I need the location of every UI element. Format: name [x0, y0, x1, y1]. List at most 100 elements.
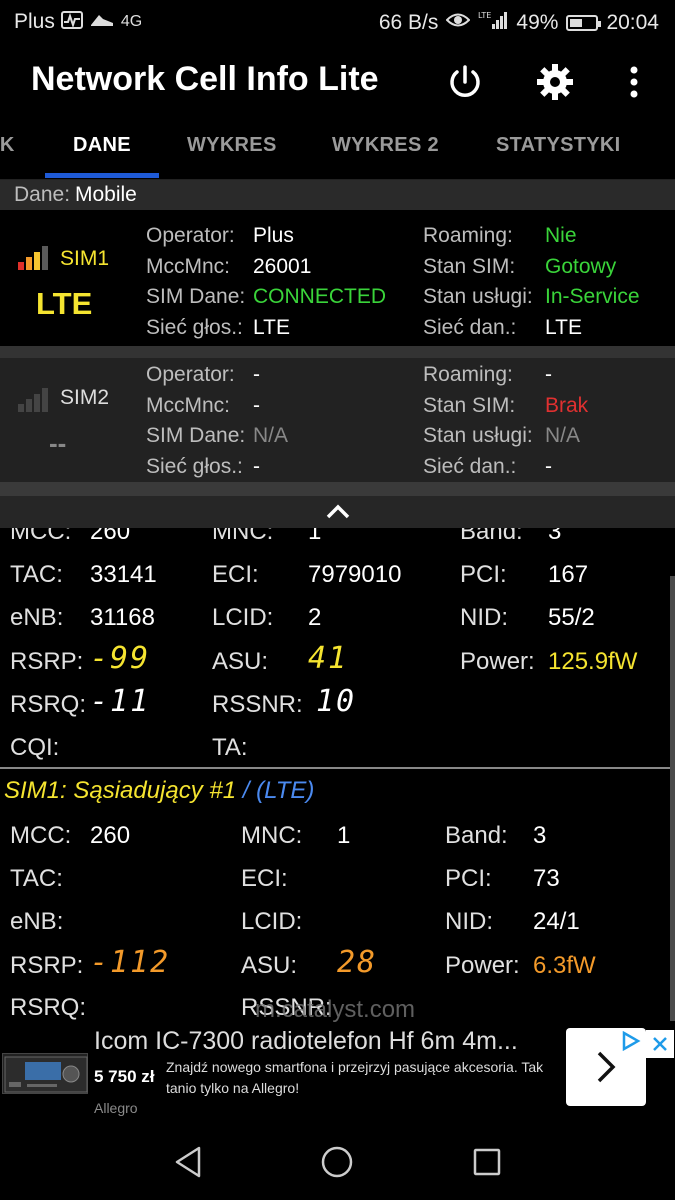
ad-description: Znajdź nowego smartfona i przejrzyj pasu… — [166, 1059, 544, 1096]
ad-title[interactable]: Icom IC-7300 radiotelefon Hf 6m 4m... — [94, 1027, 518, 1056]
serving-pci-label: PCI: — [460, 561, 507, 588]
sim2-voice: - — [253, 455, 260, 478]
neighbor-tac-label: TAC: — [10, 865, 63, 892]
ad-close-button[interactable] — [646, 1030, 674, 1058]
ad-banner[interactable]: Icom IC-7300 radiotelefon Hf 6m 4m... 5 … — [0, 1022, 675, 1120]
tab-statystyki[interactable]: STATYSTYKI — [496, 134, 620, 157]
sim1-data-label: SIM Dane: — [146, 285, 246, 308]
back-icon — [175, 1146, 201, 1178]
neighbor-title: SIM1: Sąsiadujący #1 / (LTE) — [4, 777, 314, 805]
status-bar: Plus 4G 66 B/s LTE 49% 20:04 — [0, 0, 675, 46]
sim-divider — [0, 346, 675, 358]
data-source-header: Dane: Mobile — [0, 180, 675, 210]
scrollbar[interactable] — [670, 576, 675, 1021]
tab-dane[interactable]: DANE — [73, 134, 131, 157]
collapse-sim-panel-button[interactable] — [0, 496, 675, 528]
sim2-data-label: SIM Dane: — [146, 424, 246, 447]
sim2-datanet: - — [545, 455, 552, 478]
section-divider — [0, 767, 675, 769]
neighbor-nid: 24/1 — [533, 908, 580, 935]
serving-rsrp: -99 — [90, 641, 151, 676]
neighbor-pci: 73 — [533, 865, 560, 892]
serving-pci: 167 — [548, 561, 589, 588]
serving-rssnr-label: RSSNR: — [212, 691, 303, 718]
more-vertical-icon — [630, 66, 638, 98]
sim2-state-label: Stan SIM: — [423, 394, 516, 417]
ad-brand: Allegro — [94, 1100, 138, 1116]
serving-lcid-label: LCID: — [212, 604, 274, 631]
sim1-roaming: Nie — [545, 224, 577, 247]
active-tab-indicator — [45, 173, 159, 178]
recents-button[interactable] — [465, 1140, 509, 1184]
sim1-roaming-label: Roaming: — [423, 224, 513, 247]
data-source-label: Dane: — [14, 183, 71, 206]
neighbor-band: 3 — [533, 822, 547, 849]
serving-tac-label: TAC: — [10, 561, 63, 588]
shoe-icon — [89, 11, 115, 34]
power-button[interactable] — [443, 60, 487, 104]
sim1-operator-label: Operator: — [146, 224, 235, 247]
serving-lcid: 2 — [308, 604, 322, 631]
sim2-roaming-label: Roaming: — [423, 363, 513, 386]
sim2-roaming: - — [545, 363, 552, 386]
sim1-state-label: Stan SIM: — [423, 255, 516, 278]
tab-ik[interactable]: IK — [0, 134, 15, 157]
sim1-voice: LTE — [253, 316, 290, 339]
sim1-datanet: LTE — [545, 316, 582, 339]
chevron-right-icon — [597, 1051, 616, 1083]
home-button[interactable] — [315, 1140, 359, 1184]
neighbor-rsrq-label: RSRQ: — [10, 994, 87, 1021]
sim2-operator-label: Operator: — [146, 363, 235, 386]
tab-wykres-2[interactable]: WYKRES 2 — [332, 134, 439, 157]
sim1-signal-icon — [18, 246, 48, 270]
sim2-service-label: Stan usługi: — [423, 424, 533, 447]
settings-button[interactable] — [533, 60, 577, 104]
serving-nid: 55/2 — [548, 604, 595, 631]
sim2-mccmnc-label: MccMnc: — [146, 394, 230, 417]
back-button[interactable] — [166, 1140, 210, 1184]
tab-wykres[interactable]: WYKRES — [187, 134, 277, 157]
serving-rsrp-label: RSRP: — [10, 648, 84, 675]
serving-eci: 7979010 — [308, 561, 402, 588]
sim1-service: In-Service — [545, 285, 640, 308]
sim2-service: N/A — [545, 424, 581, 447]
close-icon — [653, 1037, 667, 1051]
neighbor-power: 6.3fW — [533, 952, 596, 979]
sim2-state: Brak — [545, 394, 589, 417]
neighbor-enb-label: eNB: — [10, 908, 64, 935]
ad-product-image[interactable] — [2, 1053, 88, 1094]
tab-bar: IK DANE WYKRES WYKRES 2 STATYSTYKI — [0, 116, 675, 180]
sim1-service-label: Stan usługi: — [423, 285, 533, 308]
data-source-value: Mobile — [75, 183, 137, 206]
more-options-button[interactable] — [612, 60, 656, 104]
serving-enb: 31168 — [90, 604, 155, 631]
neighbor-asu-label: ASU: — [241, 952, 298, 979]
neighbor-asu: 28 — [337, 945, 378, 980]
serving-power-label: Power: — [460, 648, 535, 675]
sim1-label: SIM1 — [60, 247, 110, 270]
serving-enb-label: eNB: — [10, 604, 64, 631]
serving-ta-label: TA: — [212, 734, 248, 761]
recents-icon — [473, 1148, 501, 1176]
serving-rssnr: 10 — [316, 684, 357, 719]
net-speed: 66 B/s — [378, 10, 439, 34]
sim2-data-state: N/A — [253, 424, 289, 447]
sim1-operator: Plus — [253, 224, 294, 247]
ad-price: 5 750 zł — [94, 1067, 155, 1086]
serving-power: 125.9fW — [548, 648, 638, 675]
chevron-up-icon — [326, 504, 349, 519]
neighbor-mcc-label: MCC: — [10, 822, 72, 849]
sim1-mccmnc-label: MccMnc: — [146, 255, 230, 278]
neighbor-pci-label: PCI: — [445, 865, 492, 892]
sim1-tech: LTE — [36, 286, 93, 321]
neighbor-title-text: SIM1: Sąsiadujący #1 — [4, 777, 237, 804]
serving-eci-label: ECI: — [212, 561, 259, 588]
neighbor-tech: / (LTE) — [242, 777, 315, 804]
clock: 20:04 — [606, 10, 659, 34]
sim2-datanet-label: Sieć dan.: — [423, 455, 517, 478]
neighbor-eci-label: ECI: — [241, 865, 288, 892]
neighbor-lcid-label: LCID: — [241, 908, 303, 935]
serving-asu-label: ASU: — [212, 648, 269, 675]
ad-choices-icon[interactable] — [616, 1030, 644, 1052]
carrier-name: Plus — [14, 10, 55, 33]
